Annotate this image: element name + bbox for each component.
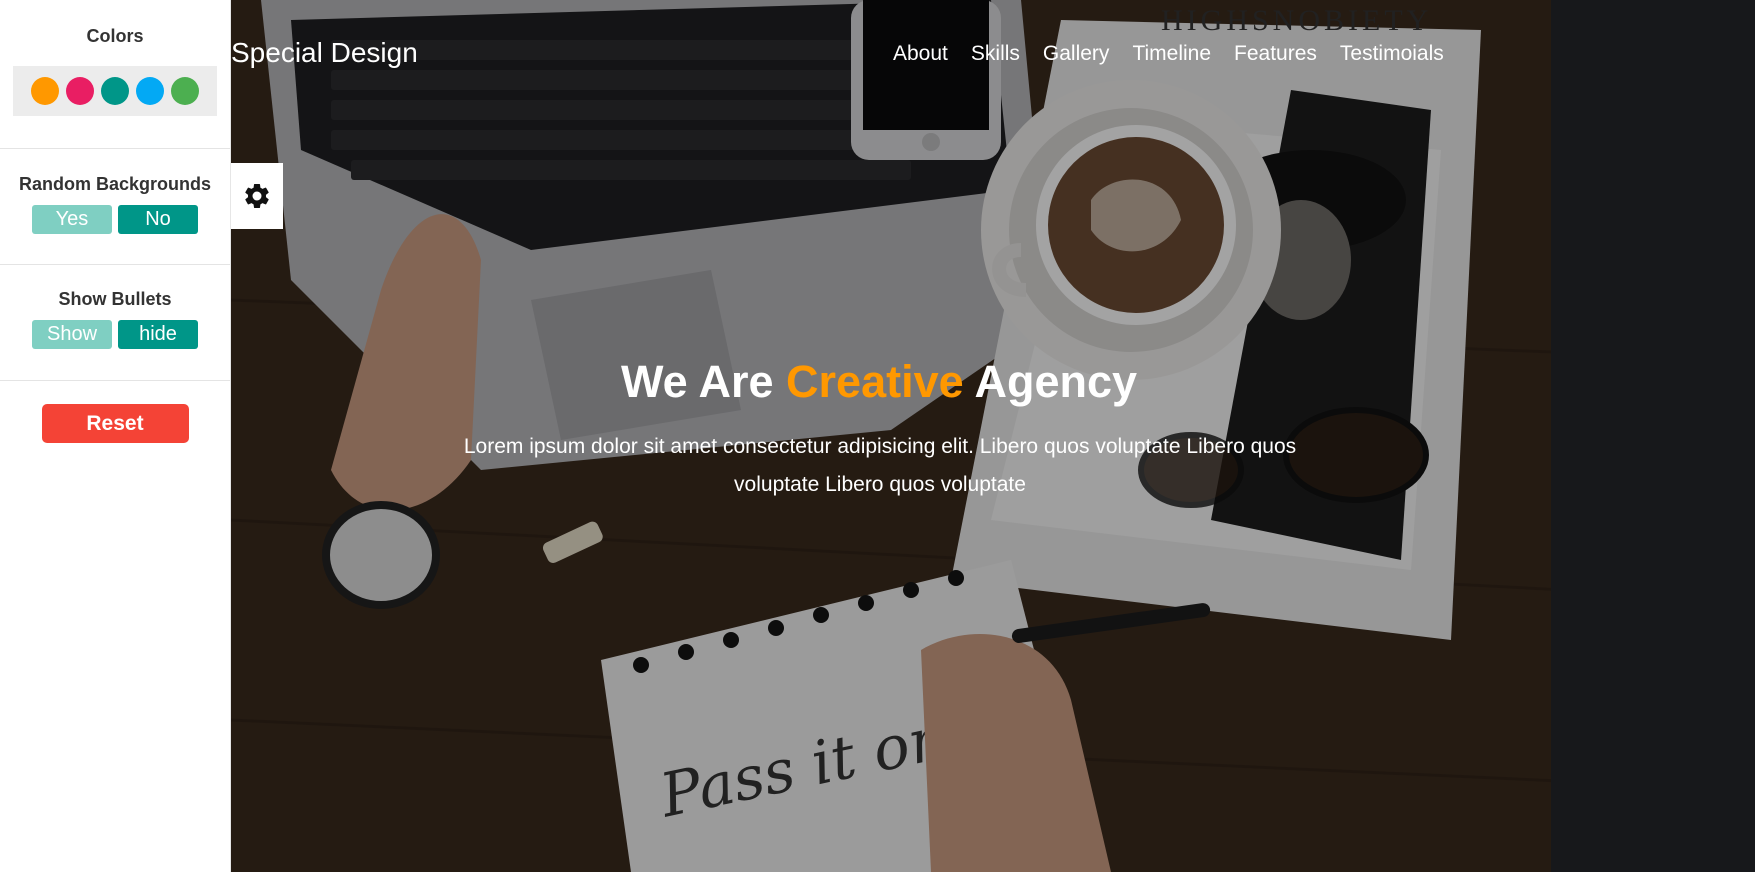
color-option-blue[interactable] — [136, 77, 164, 105]
hero-title-after: Agency — [963, 356, 1138, 407]
hero-title: We Are Creative Agency — [231, 354, 1527, 410]
nav-timeline[interactable]: Timeline — [1132, 40, 1211, 68]
nav-skills[interactable]: Skills — [971, 40, 1020, 68]
color-option-orange[interactable] — [31, 77, 59, 105]
random-backgrounds-options: Yes No — [0, 205, 230, 234]
show-bullets-section: Show Bullets Show hide — [0, 265, 230, 381]
show-bullets-options: Show hide — [0, 320, 230, 349]
colors-section: Colors — [0, 0, 230, 149]
settings-panel: Colors Random Backgrounds Yes No Show Bu… — [0, 0, 231, 872]
brand-logo[interactable]: Special Design — [231, 36, 418, 70]
nav-testimonials[interactable]: Testimoials — [1340, 40, 1444, 68]
backgrounds-yes-button[interactable]: Yes — [32, 205, 112, 234]
settings-toggle-button[interactable] — [231, 163, 283, 229]
hero-title-before: We Are — [620, 356, 787, 407]
gear-icon — [245, 183, 269, 208]
hero-title-accent: Creative — [786, 356, 964, 407]
hero-description: Lorem ipsum dolor sit amet consectetur a… — [463, 435, 1297, 496]
random-backgrounds-title: Random Backgrounds — [18, 174, 212, 194]
color-option-teal[interactable] — [101, 77, 129, 105]
nav-features[interactable]: Features — [1234, 40, 1317, 68]
nav-gallery[interactable]: Gallery — [1043, 40, 1110, 68]
backgrounds-no-button[interactable]: No — [118, 205, 198, 234]
color-option-green[interactable] — [171, 77, 199, 105]
color-option-pink[interactable] — [66, 77, 94, 105]
bullets-hide-button[interactable]: hide — [118, 320, 198, 349]
reset-section: Reset — [0, 381, 230, 443]
main-nav: About Skills Gallery Timeline Features T… — [893, 40, 1467, 68]
colors-title: Colors — [86, 26, 144, 46]
show-bullets-title: Show Bullets — [58, 289, 172, 309]
reset-button[interactable]: Reset — [41, 404, 189, 443]
bullets-show-button[interactable]: Show — [32, 320, 112, 349]
color-options — [13, 66, 217, 116]
nav-about[interactable]: About — [893, 40, 948, 68]
random-backgrounds-section: Random Backgrounds Yes No — [0, 149, 230, 265]
